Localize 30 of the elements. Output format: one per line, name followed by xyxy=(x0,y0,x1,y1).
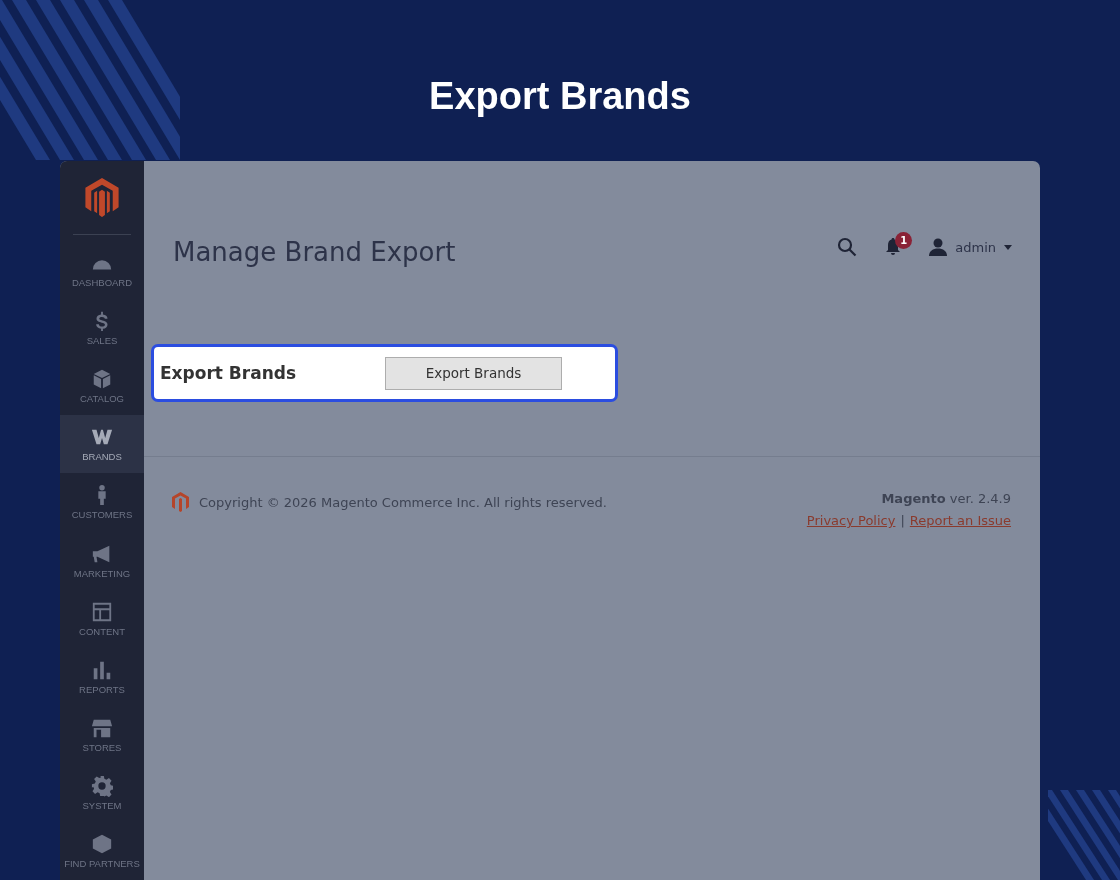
search-icon[interactable] xyxy=(837,237,858,257)
link-separator: | xyxy=(900,513,905,528)
caret-icon xyxy=(1004,244,1012,250)
sidebar-item[interactable]: FIND PARTNERS xyxy=(60,822,144,880)
sidebar-item[interactable]: REPORTS xyxy=(60,647,144,706)
gear-icon xyxy=(91,774,113,797)
user-menu[interactable]: admin xyxy=(929,238,1012,256)
footer-link[interactable]: Report an Issue xyxy=(909,513,1011,528)
sidebar-item[interactable]: STORES xyxy=(60,705,144,764)
sidebar-item[interactable]: SYSTEM xyxy=(60,763,144,822)
sidebar-item[interactable]: CATALOG xyxy=(60,357,144,416)
sidebar-item[interactable]: CONTENT xyxy=(60,589,144,648)
export-button[interactable]: Export Brands xyxy=(385,356,562,390)
logo-icon xyxy=(85,178,119,218)
user-icon xyxy=(929,238,948,256)
sidebar-item[interactable]: BRANDS xyxy=(60,415,144,474)
sidebar-item[interactable]: SALES xyxy=(60,299,144,358)
version-text: Magento ver. 2.4.9 xyxy=(881,491,1011,506)
sidebar-item[interactable]: CUSTOMERS xyxy=(60,473,144,532)
export-label: Export Brands xyxy=(160,363,298,383)
footer-link[interactable]: Privacy Policy xyxy=(806,513,896,528)
sidebar-item[interactable]: DASHBOARD xyxy=(60,241,144,300)
copyright-text: Copyright © 2026 Magento Commerce Inc. All rights reserved. xyxy=(199,494,607,510)
page-heading: Manage Brand Export xyxy=(173,237,456,267)
sidebar-item[interactable]: MARKETING xyxy=(60,531,144,590)
layout-icon xyxy=(91,600,113,623)
page-title: Export Brands xyxy=(429,74,691,119)
box-icon xyxy=(91,368,113,391)
notification-badge: 1 xyxy=(895,232,913,249)
logo-icon xyxy=(172,492,189,512)
